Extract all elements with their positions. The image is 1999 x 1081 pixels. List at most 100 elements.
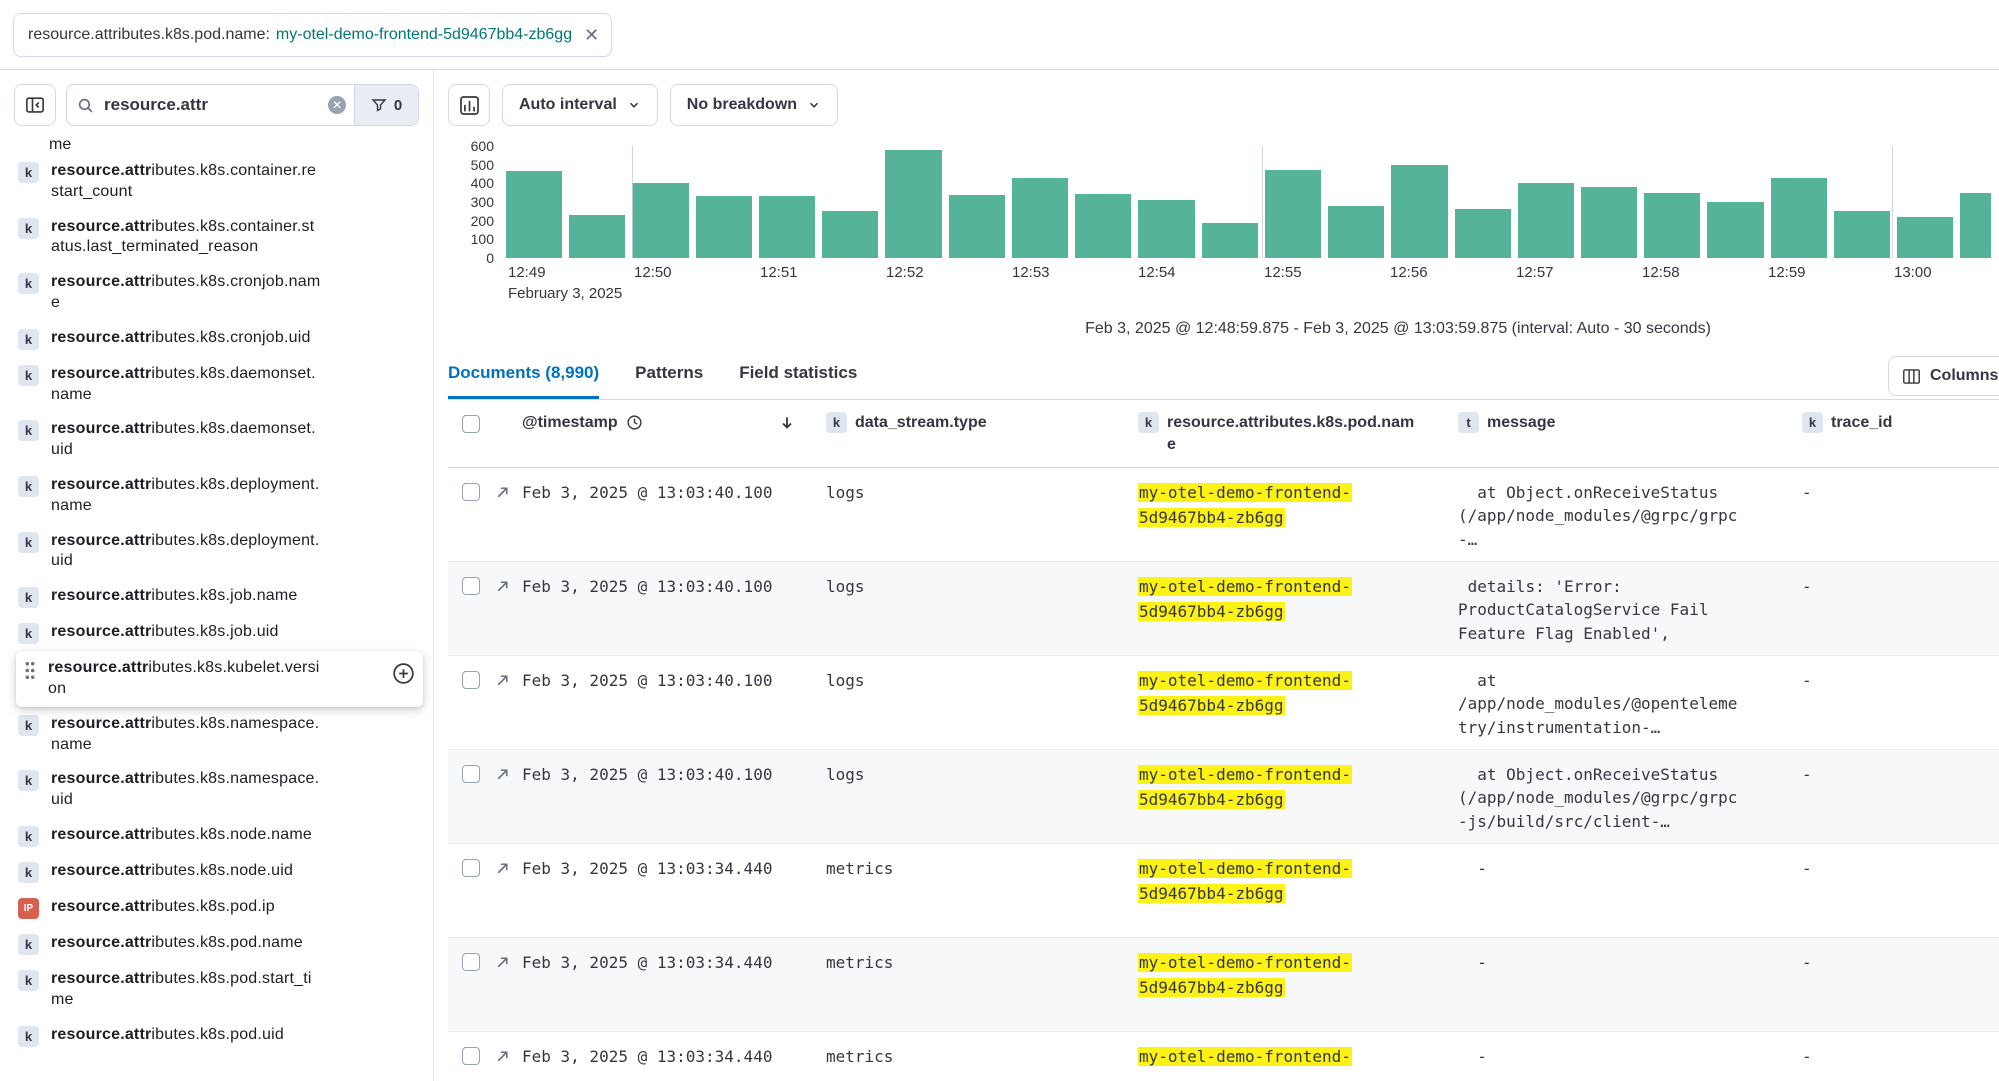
trace-id-cell: - [1802, 669, 1999, 692]
expand-row-button[interactable] [494, 763, 522, 783]
field-item[interactable]: kresource.attributes.k8s.node.uid [16, 854, 433, 890]
header-message[interactable]: t message [1458, 412, 1802, 434]
table-row[interactable]: Feb 3, 2025 @ 13:03:40.100logsmy-otel-de… [448, 562, 1999, 656]
histogram-bar[interactable] [949, 195, 1005, 258]
interval-dropdown[interactable]: Auto interval [502, 84, 658, 126]
field-item[interactable]: kresource.attributes.k8s.daemonset.uid [16, 412, 433, 468]
filter-bar: resource.attributes.k8s.pod.name: my-ote… [0, 0, 1999, 70]
field-item[interactable]: kresource.attributes.k8s.namespace.name [16, 707, 433, 763]
histogram-bar[interactable] [822, 211, 878, 258]
table-row[interactable]: Feb 3, 2025 @ 13:03:34.440metricsmy-otel… [448, 844, 1999, 938]
field-item[interactable]: kresource.attributes.k8s.container.statu… [16, 210, 433, 266]
expand-row-button[interactable] [494, 857, 522, 877]
x-axis-label: 12:53 [1012, 264, 1050, 281]
tab-field-statistics[interactable]: Field statistics [739, 363, 857, 399]
row-checkbox[interactable] [462, 483, 480, 501]
field-item[interactable]: kresource.attributes.k8s.container.resta… [16, 154, 433, 210]
histogram-bar[interactable] [1328, 206, 1384, 258]
row-checkbox[interactable] [462, 765, 480, 783]
histogram-bar[interactable] [1075, 194, 1131, 258]
field-item[interactable]: IPresource.attributes.k8s.pod.ip [16, 890, 433, 926]
field-item[interactable]: kresource.attributes.k8s.deployment.uid [16, 524, 433, 580]
histogram-bar[interactable] [1455, 209, 1511, 258]
field-item[interactable]: resource.attributes.k8s.kubelet.version [16, 651, 423, 707]
row-checkbox[interactable] [462, 671, 480, 689]
histogram-bar[interactable] [1138, 200, 1194, 258]
histogram-bar[interactable] [1391, 165, 1447, 258]
sort-descending-icon[interactable] [778, 414, 796, 432]
field-name: resource.attributes.k8s.namespace.name [51, 714, 323, 756]
tab-documents[interactable]: Documents (8,990) [448, 363, 599, 399]
drag-handle-icon[interactable] [24, 661, 36, 680]
histogram-bar[interactable] [1644, 193, 1700, 258]
columns-button[interactable]: Columns [1888, 356, 1999, 396]
field-item[interactable]: kresource.attributes.k8s.job.uid [16, 615, 433, 651]
collapse-sidebar-button[interactable] [14, 84, 56, 126]
pod-name-cell: my-otel-demo-frontend-5d9467bb4-zb6gg [1138, 669, 1458, 719]
table-row[interactable]: Feb 3, 2025 @ 13:03:34.440metricsmy-otel… [448, 938, 1999, 1032]
field-item[interactable]: kresource.attributes.k8s.pod.uid [16, 1018, 433, 1054]
table-row[interactable]: Feb 3, 2025 @ 13:03:40.100logsmy-otel-de… [448, 750, 1999, 844]
field-type-badge: k [1802, 412, 1823, 433]
field-item[interactable]: kresource.attributes.k8s.pod.start_time [16, 962, 433, 1018]
histogram-bar[interactable] [1265, 170, 1321, 258]
histogram-bar[interactable] [1897, 217, 1953, 258]
histogram-bar[interactable] [1707, 202, 1763, 258]
add-field-button[interactable] [392, 662, 415, 685]
field-filter-button[interactable]: 0 [354, 85, 418, 125]
histogram-bar[interactable] [1581, 187, 1637, 258]
histogram-bar[interactable] [1771, 178, 1827, 258]
table-row[interactable]: Feb 3, 2025 @ 13:03:40.100logsmy-otel-de… [448, 468, 1999, 562]
histogram-bar[interactable] [632, 183, 688, 258]
select-all-checkbox[interactable] [462, 415, 480, 433]
expand-row-button[interactable] [494, 575, 522, 595]
clear-search-icon[interactable]: ✕ [328, 96, 346, 114]
field-item[interactable]: kresource.attributes.k8s.namespace.uid [16, 762, 433, 818]
row-checkbox[interactable] [462, 577, 480, 595]
tab-patterns[interactable]: Patterns [635, 363, 703, 399]
histogram-bar[interactable] [1202, 223, 1258, 258]
field-item[interactable]: kresource.attributes.k8s.cronjob.uid [16, 321, 433, 357]
field-search-input[interactable] [102, 94, 328, 116]
clipped-field-item[interactable]: me [16, 136, 433, 154]
histogram-bar[interactable] [696, 196, 752, 258]
field-item[interactable]: kresource.attributes.k8s.deployment.name [16, 468, 433, 524]
x-axis-label: 12:57 [1516, 264, 1554, 281]
table-row[interactable]: Feb 3, 2025 @ 13:03:34.440metricsmy-otel… [448, 1032, 1999, 1081]
field-name: resource.attributes.k8s.container.status… [51, 217, 323, 259]
header-trace-id[interactable]: k trace_id [1802, 412, 1999, 434]
histogram-bar[interactable] [1012, 178, 1068, 258]
row-checkbox[interactable] [462, 859, 480, 877]
plus-circle-icon [392, 662, 415, 685]
filter-remove-icon[interactable]: ✕ [584, 26, 599, 44]
header-data-stream-type[interactable]: k data_stream.type [826, 412, 1138, 434]
chevron-down-icon [807, 98, 821, 112]
expand-row-button[interactable] [494, 481, 522, 501]
histogram-bar[interactable] [569, 215, 625, 258]
breakdown-dropdown[interactable]: No breakdown [670, 84, 838, 126]
field-search-box[interactable]: ✕ 0 [66, 84, 419, 126]
field-item[interactable]: kresource.attributes.k8s.daemonset.name [16, 357, 433, 413]
histogram-bar[interactable] [885, 150, 941, 258]
histogram-panel-button[interactable] [448, 84, 490, 126]
row-checkbox[interactable] [462, 953, 480, 971]
expand-row-button[interactable] [494, 1045, 522, 1065]
header-timestamp[interactable]: @timestamp [522, 412, 826, 434]
expand-row-icon [494, 860, 511, 877]
field-item[interactable]: kresource.attributes.k8s.cronjob.name [16, 265, 433, 321]
field-item[interactable]: kresource.attributes.k8s.job.name [16, 579, 433, 615]
table-row[interactable]: Feb 3, 2025 @ 13:03:40.100logsmy-otel-de… [448, 656, 1999, 750]
field-item[interactable]: kresource.attributes.k8s.pod.name [16, 926, 433, 962]
histogram-bar[interactable] [506, 171, 562, 258]
histogram-bar[interactable] [1960, 193, 1991, 258]
row-checkbox[interactable] [462, 1047, 480, 1065]
message-cell: at /app/node_modules/@openteleme try/ins… [1458, 669, 1802, 739]
expand-row-button[interactable] [494, 669, 522, 689]
histogram-bar[interactable] [759, 196, 815, 258]
histogram-bar[interactable] [1834, 211, 1890, 258]
header-pod-name[interactable]: k resource.attributes.k8s.pod.name [1138, 412, 1458, 455]
expand-row-button[interactable] [494, 951, 522, 971]
field-item[interactable]: kresource.attributes.k8s.node.name [16, 818, 433, 854]
filter-pill[interactable]: resource.attributes.k8s.pod.name: my-ote… [13, 13, 612, 57]
histogram-bar[interactable] [1518, 183, 1574, 258]
